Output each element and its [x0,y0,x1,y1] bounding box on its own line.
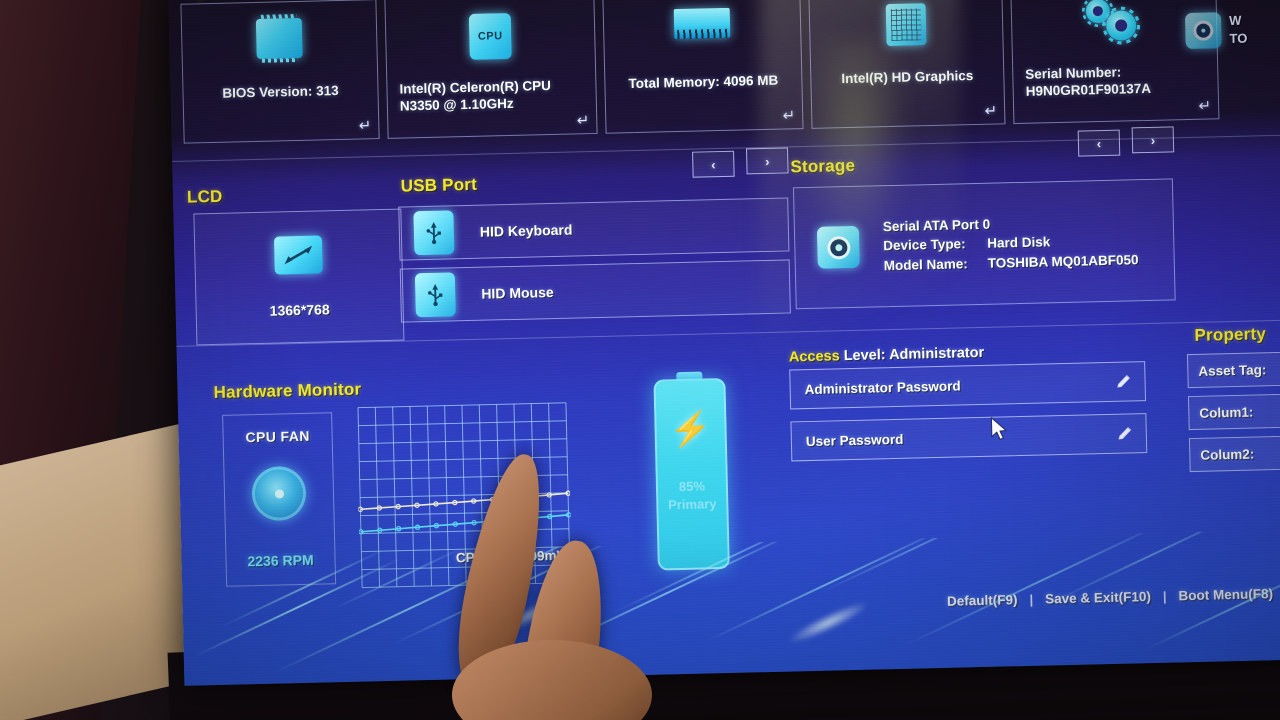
partial-card-text: W TO [1229,12,1248,48]
system-cards-row: BIOS Version: 313 ↵ CPU Intel(R) Celeron… [176,0,1280,144]
hard-disk-icon [816,225,860,269]
system-card-label: Intel(R) HD Graphics [841,68,974,87]
mouse-cursor [990,417,1007,441]
access-suffix: Level: Administrator [843,344,985,365]
system-card-graphics[interactable]: Intel(R) HD Graphics ↵ [808,0,1006,129]
gears-icon [1081,0,1143,45]
system-card-memory[interactable]: Total Memory: 4096 MB ↵ [602,0,804,134]
enter-arrow-icon: ↵ [984,102,998,120]
property-label: Asset Tag: [1198,361,1267,379]
usb-next-button[interactable]: › [745,147,789,175]
lcd-panel[interactable]: 1366*768 [193,208,405,346]
enter-arrow-icon: ↵ [782,107,796,125]
system-card-bios-version[interactable]: BIOS Version: 313 ↵ [180,0,380,144]
partial-card-line1: W [1228,13,1242,29]
storage-section-title: Storage [790,155,856,177]
usb-section-title: USB Port [400,174,478,196]
property-row-colum2[interactable]: Colum2: [1188,434,1280,473]
bios-setup-screen: System BIOS Version: 313 ↵ CPU Intel(R) … [168,0,1280,686]
property-row-asset-tag[interactable]: Asset Tag: [1186,350,1280,389]
cpu-fan-label: CPU FAN [245,427,310,446]
access-level-line: Access Level: Administrator [789,345,985,366]
access-prefix: Access [788,348,840,366]
system-card-label: BIOS Version: 313 [222,83,339,101]
storage-device-type-value: Hard Disk [987,234,1051,251]
enter-arrow-icon: ↵ [1198,97,1212,115]
system-card-label: Total Memory: 4096 MB [628,72,779,92]
usb-device-hid-keyboard[interactable]: HID Keyboard [398,197,790,261]
battery-icon: ⚡ 85% Primary [653,371,730,571]
user-password-label: User Password [805,431,904,449]
storage-model-key: Model Name: [883,256,968,273]
usb-device-list: HID Keyboard HID Mouse [398,197,791,338]
system-card-partial-right[interactable]: W TO [1184,0,1280,66]
storage-prev-button[interactable]: ‹ [1077,129,1121,157]
hardware-monitor-title: Hardware Monitor [213,379,362,403]
password-rows: Administrator Password User Password [789,361,1148,462]
storage-next-button[interactable]: › [1131,126,1175,154]
display-resize-icon [273,235,323,275]
storage-model-value: TOSHIBA MQ01ABF050 [987,251,1139,271]
usb-device-hid-mouse[interactable]: HID Mouse [399,259,791,323]
storage-device-panel[interactable]: Serial ATA Port 0 Device Type: Hard Disk … [792,178,1176,310]
charging-bolt-icon: ⚡ [668,409,713,449]
property-row-colum1[interactable]: Colum1: [1187,392,1280,431]
system-card-label: Serial Number: H9N0GR01F90137A [1025,64,1152,99]
decorative-light-streaks [181,528,1280,686]
memory-icon [673,7,731,40]
system-card-cpu[interactable]: CPU Intel(R) Celeron(R) CPU N3350 @ 1.10… [384,0,598,139]
fan-icon [251,465,307,522]
usb-prev-button[interactable]: ‹ [692,150,735,178]
usb-device-label: HID Keyboard [479,221,573,240]
battery-text: 85% Primary [658,477,727,514]
property-rows: Asset Tag: Colum1: Colum2: [1186,350,1280,504]
battery-body: ⚡ 85% Primary [653,377,730,571]
enter-arrow-icon: ↵ [576,112,590,130]
lcd-resolution: 1366*768 [269,301,330,319]
usb-icon [414,272,456,318]
property-label: Colum2: [1200,446,1255,463]
cpu-icon: CPU [468,12,512,60]
system-card-label: Intel(R) Celeron(R) CPU N3350 @ 1.10GHz [399,78,552,114]
storage-device-type-key: Device Type: [883,236,966,254]
storage-device-details: Serial ATA Port 0 Device Type: Hard Disk … [883,211,1139,276]
partial-card-line2: TO [1229,30,1248,47]
enter-arrow-icon: ↵ [358,117,372,135]
pencil-icon[interactable] [1114,372,1132,390]
property-label: Colum1: [1199,404,1254,421]
property-section-title: Property [1194,324,1267,345]
photo-of-laptop-screen: System BIOS Version: 313 ↵ CPU Intel(R) … [0,0,1280,720]
administrator-password-label: Administrator Password [804,377,961,397]
administrator-password-row[interactable]: Administrator Password [789,361,1147,410]
usb-icon [413,210,455,256]
usb-device-label: HID Mouse [481,284,554,302]
lcd-section-title: LCD [186,186,223,207]
battery-percent: 85% [678,478,706,495]
battery-name: Primary [667,496,717,513]
hard-disk-icon [1184,12,1222,50]
user-password-row[interactable]: User Password [790,413,1148,462]
chip-icon [255,17,303,59]
gpu-icon [885,3,927,47]
pencil-icon[interactable] [1116,424,1134,442]
